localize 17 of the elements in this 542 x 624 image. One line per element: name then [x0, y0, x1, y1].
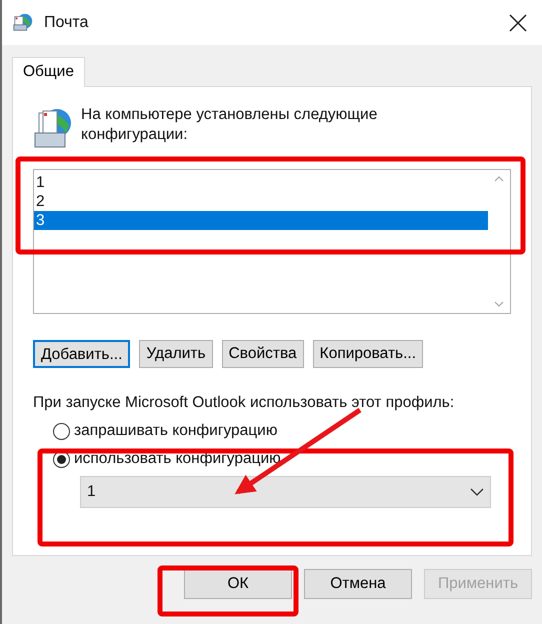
radio-label[interactable]: использовать конфигурацию	[74, 450, 281, 468]
profile-item[interactable]: 2	[34, 192, 488, 211]
dialog-button[interactable]: ОК	[184, 569, 292, 599]
tab[interactable]: Общие	[12, 57, 85, 87]
profile-button[interactable]: Свойства	[222, 340, 304, 368]
profile-item[interactable]: 3	[34, 211, 488, 230]
profile-item[interactable]: 1	[34, 173, 488, 192]
radio-label[interactable]: запрашивать конфигурацию	[74, 422, 278, 440]
profile-button[interactable]: Добавить...	[33, 340, 130, 368]
profile-dropdown[interactable]: 1	[80, 476, 491, 508]
window-title: Почта	[44, 14, 90, 32]
profile-list[interactable]: 1 2 3	[33, 169, 511, 314]
profile-button[interactable]: Удалить	[139, 340, 213, 368]
startup-label: При запуске Microsoft Outlook использовать этот профиль:	[33, 394, 456, 412]
dialog-button[interactable]: Отмена	[304, 569, 412, 599]
intro-text: На компьютере установлены следующие конфигурации:	[81, 105, 378, 145]
profile-button[interactable]: Копировать...	[312, 340, 424, 368]
